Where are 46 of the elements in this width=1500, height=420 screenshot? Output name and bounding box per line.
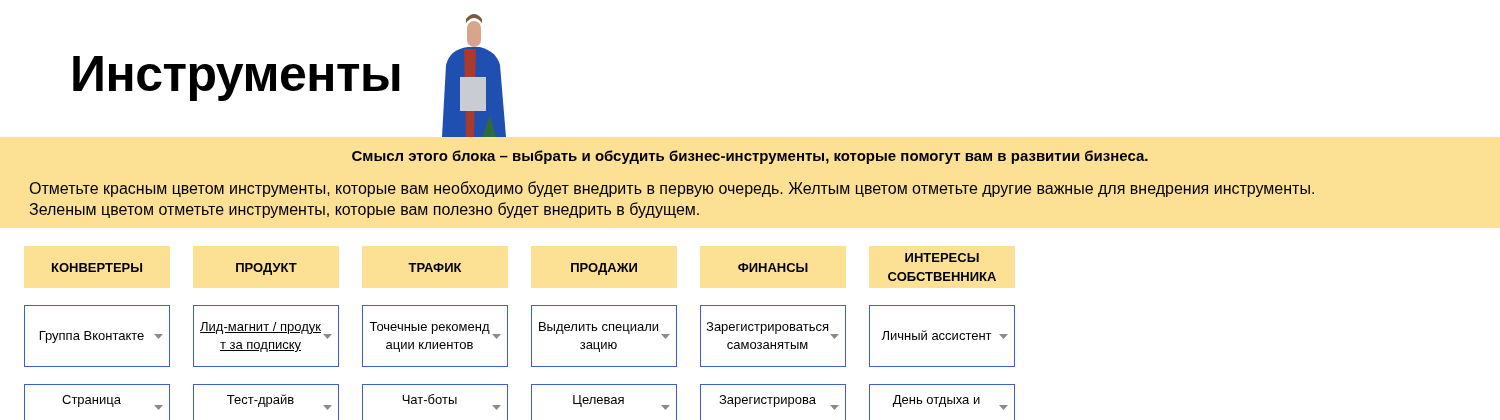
dropdown-field[interactable]: Тест-драйв bbox=[193, 384, 339, 420]
dropdown-value: Зарегистрироваться самозанятым bbox=[705, 318, 830, 354]
caret-icon bbox=[323, 333, 332, 339]
dropdown-field[interactable]: Зарегистрироваться самозанятым bbox=[700, 305, 846, 367]
caret-icon bbox=[661, 405, 670, 410]
caret-icon bbox=[492, 333, 501, 339]
column-header: ФИНАНСЫ bbox=[700, 246, 846, 288]
dropdown-value: Группа Вконтакте bbox=[37, 327, 146, 345]
column-header: ПРОДАЖИ bbox=[531, 246, 677, 288]
dropdown-field[interactable]: Целевая bbox=[531, 384, 677, 420]
dropdown-value: Страница bbox=[61, 391, 122, 409]
dropdown-field[interactable]: Точечные рекомендации клиентов bbox=[362, 305, 508, 367]
dropdown-value: Точечные рекомендации клиентов bbox=[368, 318, 491, 354]
caret-icon bbox=[830, 405, 839, 410]
dropdown-field[interactable]: Личный ассистент bbox=[869, 305, 1015, 367]
caret-icon bbox=[999, 333, 1008, 339]
caret-icon bbox=[661, 333, 670, 339]
dropdown-value: Выделить специализацию bbox=[536, 318, 661, 354]
column-header: ТРАФИК bbox=[362, 246, 508, 288]
dropdown-field[interactable]: Выделить специализацию bbox=[531, 305, 677, 367]
caret-icon bbox=[830, 333, 839, 339]
caret-icon bbox=[323, 405, 332, 410]
dropdown-value: Тест-драйв bbox=[225, 391, 296, 409]
column-header: ИНТЕРЕСЫ СОБСТВЕННИКА bbox=[869, 246, 1015, 288]
caret-icon bbox=[999, 405, 1008, 410]
dropdown-field[interactable]: Группа Вконтакте bbox=[24, 305, 170, 367]
dropdown-value: Чат-боты bbox=[400, 391, 459, 409]
page-title: Инструменты bbox=[70, 49, 403, 99]
column-header: КОНВЕРТЕРЫ bbox=[24, 246, 170, 288]
caret-icon bbox=[492, 405, 501, 410]
dropdown-field[interactable]: Лид-магнит / продукт за подписку bbox=[193, 305, 339, 367]
dropdown-value: День отдыха и bbox=[891, 391, 982, 409]
dropdown-value: Зарегистрирова bbox=[718, 391, 817, 409]
dropdown-link[interactable]: Лид-магнит / продукт за подписку bbox=[198, 318, 323, 354]
caret-icon bbox=[154, 405, 163, 410]
dropdown-value: Личный ассистент bbox=[880, 327, 993, 345]
dropdown-field[interactable]: Чат-боты bbox=[362, 384, 508, 420]
dropdown-value: Целевая bbox=[571, 391, 626, 409]
dropdown-field[interactable]: Страница bbox=[24, 384, 170, 420]
caret-icon bbox=[154, 333, 163, 339]
instruction-text: Отметьте красным цветом инструменты, которые вам необходимо будет внедрить в первую очередь. Желтым цветом отметьте другие важные для внедрения инструменты. bbox=[29, 179, 1317, 199]
dropdown-field[interactable]: День отдыха и bbox=[869, 384, 1015, 420]
banner-heading: Смысл этого блока – выбрать и обсудить бизнес-инструменты, которые помогут вам в развитии бизнеса. bbox=[350, 147, 1150, 164]
column-header: ПРОДУКТ bbox=[193, 246, 339, 288]
instruction-text: Зеленым цветом отметьте инструменты, которые вам полезно будет внедрить в будущем. bbox=[29, 200, 702, 220]
dropdown-field[interactable]: Зарегистрирова bbox=[700, 384, 846, 420]
